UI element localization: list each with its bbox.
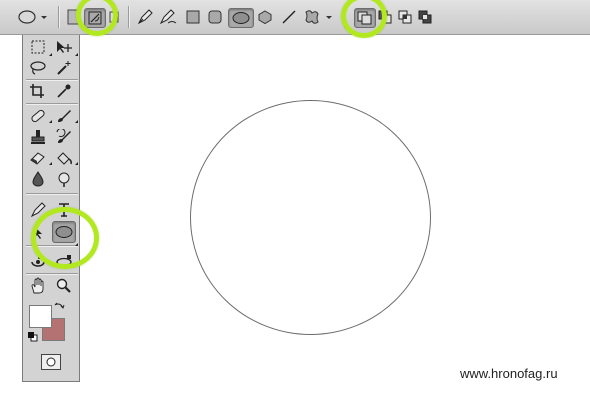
crop-tool[interactable] (28, 81, 48, 101)
dodge-icon (58, 172, 70, 187)
quick-mask-icon (46, 357, 56, 367)
exclude-overlapping-path-areas-icon (418, 10, 432, 24)
lasso-tool[interactable] (28, 58, 48, 78)
default-colors-icon (28, 332, 38, 342)
intersect-path-areas-button[interactable] (398, 8, 412, 26)
tool-flyout-indicator (49, 120, 52, 123)
custom-shape-tool-button[interactable] (302, 8, 334, 26)
bandage-icon (31, 109, 45, 123)
separator (26, 79, 78, 80)
intersect-path-areas-icon (398, 10, 412, 24)
eraser-icon (30, 152, 45, 165)
paint-bucket-tool[interactable] (54, 148, 74, 168)
rounded-rectangle-tool-button[interactable] (206, 8, 224, 26)
ellipse-path[interactable] (190, 100, 431, 335)
exclude-overlapping-path-areas-button[interactable] (418, 8, 432, 26)
ellipse-icon (232, 12, 250, 24)
eraser-tool[interactable] (28, 148, 48, 168)
polygon-tool-button[interactable] (256, 8, 274, 26)
hand-icon (31, 277, 44, 294)
watermark: www.hronofag.ru (460, 366, 558, 381)
quick-mask-button[interactable] (41, 354, 61, 370)
separator (26, 273, 78, 274)
history-brush-tool[interactable] (54, 127, 74, 147)
healing-brush-tool[interactable] (28, 106, 48, 126)
pen-tool-button[interactable] (136, 8, 154, 26)
separator (26, 193, 78, 194)
foreground-color-swatch[interactable] (29, 305, 52, 328)
tool-preset-picker[interactable] (14, 8, 48, 26)
zoom-icon (56, 278, 71, 293)
freeform-pen-tool-button[interactable] (158, 8, 178, 26)
rectangle-icon (186, 10, 200, 24)
default-colors-button[interactable] (27, 331, 39, 343)
move-icon (57, 41, 72, 53)
dodge-tool[interactable] (54, 169, 74, 189)
hand-tool[interactable] (28, 276, 48, 296)
rectangular-marquee-icon (31, 40, 45, 54)
eyedropper-icon (57, 84, 71, 98)
freeform-pen-icon (159, 9, 177, 25)
magic-wand-icon (57, 61, 71, 75)
stamp-icon (31, 130, 45, 144)
highlight-ring-ellipse-tool (31, 207, 99, 269)
move-tool[interactable] (54, 37, 74, 57)
tool-flyout-indicator (49, 53, 52, 56)
brush-tool[interactable] (54, 106, 74, 126)
pen-icon (137, 9, 153, 25)
drop-icon (32, 171, 44, 187)
swap-arrows-icon (54, 302, 65, 309)
rectangle-tool-button[interactable] (184, 8, 202, 26)
history-brush-icon (56, 129, 71, 143)
separator (26, 103, 78, 104)
tool-flyout-indicator (75, 53, 78, 56)
clone-stamp-tool[interactable] (28, 127, 48, 147)
magic-wand-tool[interactable] (54, 58, 74, 78)
custom-shape-icon (305, 10, 332, 24)
brush-icon (58, 110, 71, 122)
rounded-rectangle-icon (208, 10, 222, 24)
crop-icon (30, 84, 44, 98)
zoom-tool[interactable] (54, 276, 74, 296)
eyedropper-tool[interactable] (54, 81, 74, 101)
line-tool-button[interactable] (280, 8, 298, 26)
tool-flyout-indicator (75, 120, 78, 123)
paint-bucket-icon (57, 152, 72, 165)
ellipse-tool-icon (18, 10, 47, 24)
lasso-icon (30, 61, 46, 75)
ellipse-tool-button[interactable] (228, 8, 254, 28)
line-icon (282, 10, 296, 24)
marquee-tool[interactable] (28, 37, 48, 57)
separator (58, 6, 59, 28)
separator (128, 6, 129, 28)
tool-flyout-indicator (49, 162, 52, 165)
tool-flyout-indicator (75, 162, 78, 165)
blur-tool[interactable] (28, 169, 48, 189)
swap-colors-button[interactable] (53, 301, 65, 313)
polygon-icon (258, 10, 272, 25)
